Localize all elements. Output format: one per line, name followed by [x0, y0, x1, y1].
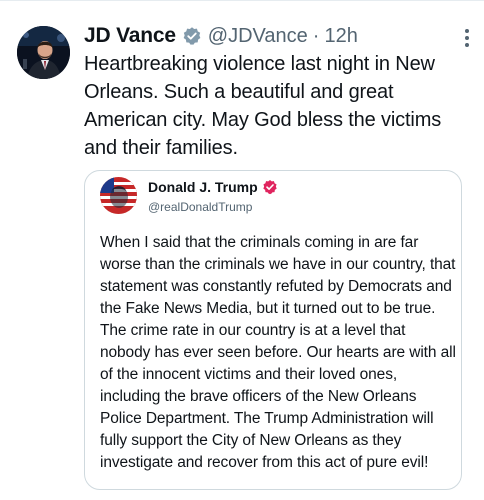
tweet-header: JD Vance @JDVance · 12h: [84, 22, 358, 50]
quoted-author-name[interactable]: Donald J. Trump: [148, 179, 258, 195]
quoted-author-name-row: Donald J. Trump: [148, 179, 278, 195]
tweet[interactable]: JD Vance @JDVance · 12h Heartbreaking vi…: [0, 0, 484, 500]
author-avatar[interactable]: [17, 26, 70, 79]
quoted-author-avatar[interactable]: [100, 177, 137, 214]
quoted-avatar-image: [100, 177, 137, 214]
author-handle[interactable]: @JDVance: [208, 25, 308, 48]
tweet-timestamp[interactable]: 12h: [324, 25, 357, 48]
quoted-tweet[interactable]: Donald J. Trump @realDonaldTrump When I …: [84, 170, 462, 490]
author-name[interactable]: JD Vance: [84, 24, 176, 48]
verified-badge-icon: [262, 179, 278, 195]
quoted-tweet-text: When I said that the criminals coming in…: [100, 234, 456, 471]
separator-dot: ·: [312, 24, 320, 47]
quoted-author-handle[interactable]: @realDonaldTrump: [148, 200, 252, 214]
tweet-text: Heartbreaking violence last night in New…: [84, 53, 442, 159]
verified-badge-icon: [182, 26, 202, 46]
avatar-image: [17, 26, 70, 79]
more-options-icon[interactable]: [464, 28, 470, 48]
